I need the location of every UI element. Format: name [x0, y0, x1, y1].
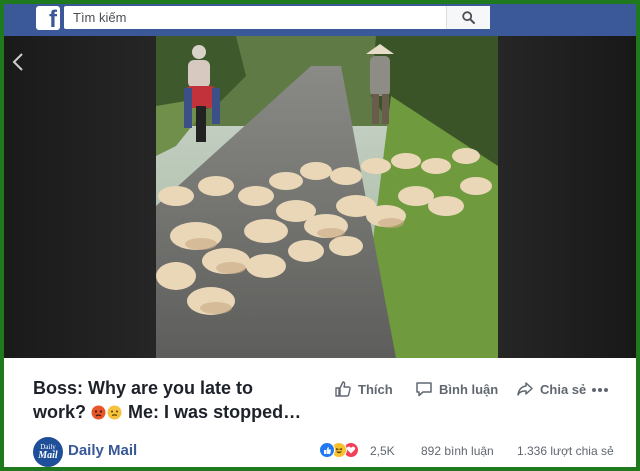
- facebook-logo[interactable]: f: [36, 6, 60, 33]
- video-player[interactable]: [4, 36, 636, 358]
- share-label: Chia sẻ: [540, 381, 587, 397]
- comment-icon: [416, 382, 432, 397]
- post-title-line-2-start: work?: [33, 402, 87, 422]
- search-button[interactable]: [446, 6, 490, 29]
- video-letterbox-right: [498, 36, 636, 358]
- post-title-line-2-end: Me: I was stopped…: [128, 402, 302, 422]
- thumbs-up-icon: [335, 381, 351, 397]
- search-input[interactable]: [64, 6, 444, 29]
- chevron-left-icon[interactable]: [8, 50, 28, 74]
- like-label: Thích: [358, 381, 393, 397]
- video-letterbox-left: [4, 36, 156, 358]
- page-name-link[interactable]: Daily Mail: [68, 442, 137, 459]
- facebook-logo-letter: f: [49, 6, 57, 33]
- angry-face-emoji: [91, 405, 106, 420]
- like-reaction-icon: [319, 442, 335, 458]
- share-icon: [517, 382, 533, 396]
- post-title: Boss: Why are you late to work? Me: I wa…: [33, 376, 323, 424]
- post-title-line-1: Boss: Why are you late to: [33, 378, 254, 398]
- facebook-video-window: f Tìm kiếm Boss: Why are you late to wor…: [4, 4, 636, 467]
- reaction-count[interactable]: 2,5K: [370, 444, 395, 458]
- steaming-face-emoji: [107, 405, 122, 420]
- post-title-line-2: work? Me: I was stopped…: [33, 400, 323, 424]
- share-count[interactable]: 1.336 lượt chia sẻ: [517, 444, 614, 458]
- comment-button[interactable]: Bình luận: [415, 380, 498, 398]
- avatar[interactable]: Daily Mail: [33, 437, 63, 467]
- share-button[interactable]: Chia sẻ: [516, 380, 586, 398]
- comment-label: Bình luận: [439, 381, 499, 397]
- like-button[interactable]: Thích: [334, 380, 393, 398]
- comment-count[interactable]: 892 bình luận: [421, 444, 494, 458]
- top-bar: f: [4, 4, 636, 36]
- video-frame[interactable]: [156, 36, 498, 358]
- more-dots-icon[interactable]: [591, 387, 609, 393]
- avatar-text-bottom: Mail: [38, 449, 58, 461]
- search-icon: [462, 11, 475, 24]
- search-box: [64, 6, 490, 29]
